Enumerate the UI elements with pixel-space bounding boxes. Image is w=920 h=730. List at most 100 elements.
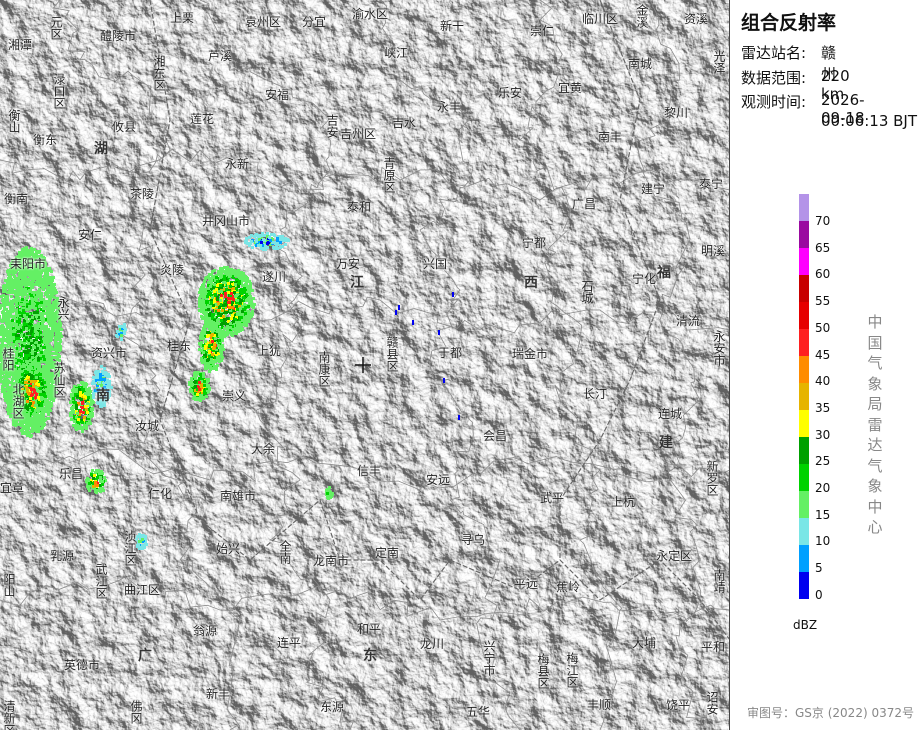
legend-tick: 40 [815,374,831,389]
place-label: 南康区 [317,351,331,387]
legend-swatch [799,383,809,410]
place-label: 攸县 [112,120,137,134]
place-label: 永新 [225,157,250,171]
place-label: 浈江区 [123,530,137,566]
legend-tick: 35 [815,400,831,415]
place-label: 袁州区 [245,15,282,29]
place-label: 泰和 [347,200,372,214]
legend-swatch [799,356,809,383]
place-label: 会昌 [483,429,508,443]
place-label: 和平 [357,622,382,636]
province-label: 湖 [94,141,108,157]
place-label: 龙南市 [313,554,350,568]
place-label: 东源 [320,700,345,714]
place-label: 曲江区 [124,583,161,597]
terrain-basemap [0,0,729,730]
place-label: 平远 [514,577,539,591]
legend-swatch [799,437,809,464]
place-label: 北湖区 [11,383,25,419]
province-label: 福 [657,265,671,281]
place-label: 元区 [49,16,63,40]
legend-swatch [799,464,809,491]
province-label: 南 [96,388,110,404]
legend-unit: dBZ [793,618,818,632]
place-label: 赣县区 [385,336,399,372]
place-label: 渝水区 [352,7,389,21]
province-label: 建 [659,435,673,451]
range-label: 数据范围: [741,69,807,87]
place-label: 芦溪 [208,49,233,63]
place-label: 新丰 [206,687,231,701]
place-label: 蕉岭 [556,580,581,594]
place-label: 安远 [426,473,451,487]
place-label: 平和 [701,640,726,654]
place-label: 南丰 [598,130,623,144]
place-label: 吉安 [325,114,339,138]
place-label: 南靖 [712,569,726,593]
place-label: 乳源 [50,549,75,563]
place-label: 新干 [440,19,465,33]
legend-swatch [799,302,809,329]
place-label: 明溪 [701,244,726,258]
place-label: 泰宁 [699,177,724,191]
place-label: 饶平 [666,698,691,712]
place-label: 永丰 [437,100,462,114]
place-label: 五华 [466,705,491,719]
radar-map[interactable]: 湖南 江 西 福建广 东 醴陵市 上栗 袁州区 分宜 渝水区 新干 崇仁 临川区 资溪 湘潭 芦溪 峡江 南城 安福… [0,0,730,730]
place-label: 宜黄 [558,81,583,95]
range-row: 数据范围: 220 km [741,67,850,103]
place-label: 安仁 [78,228,103,242]
place-label: 永定区 [656,549,693,563]
place-label: 清新区 [2,700,16,730]
place-label: 渌口区 [52,73,66,109]
place-label: 苏仙区 [52,362,66,398]
province-label: 东 [363,648,377,664]
place-label: 崇仁 [530,24,555,38]
place-label: 上杭 [611,495,636,509]
legend-swatch [799,545,809,572]
place-label: 万安 [336,257,361,271]
place-label: 湘东区 [152,55,166,91]
legend-tick: 55 [815,294,831,309]
place-label: 衡东 [33,133,58,147]
legend-tick: 15 [815,507,831,522]
legend-swatch [799,248,809,275]
legend-tick: 0 [815,587,823,602]
place-label: 黎川 [664,106,689,120]
place-label: 耒阳市 [10,257,47,271]
place-label: 乐昌 [59,467,84,481]
legend-tick: 25 [815,454,831,469]
legend-swatch [799,491,809,518]
place-label: 连平 [277,636,302,650]
place-label: 安福 [265,88,290,102]
province-label: 西 [524,275,538,291]
place-label: 丰顺 [587,698,612,712]
place-label: 大埔 [632,636,657,650]
place-label: 湘潭 [8,38,33,52]
place-label: 始兴 [216,542,241,556]
place-label: 武平 [540,491,565,505]
place-label: 宁都 [522,236,547,250]
place-label: 仁化 [148,487,173,501]
place-label: 南城 [628,57,653,71]
legend-tick: 50 [815,320,831,335]
legend-tick: 20 [815,481,831,495]
place-label: 井冈山市 [202,214,251,228]
place-label: 衡南 [4,192,29,206]
place-label: 吉州区 [340,127,377,141]
place-label: 青原区 [382,157,396,193]
info-panel: 组合反射率 雷达站名: 赣州 数据范围: 220 km 观测时间: 2026-0… [731,0,920,730]
place-label: 炎陵 [160,263,185,277]
time-row: 观测时间: 2026-09-18 [741,91,865,127]
place-label: 桂阳 [1,347,15,371]
place-label: 清流 [676,314,701,328]
place-label: 新罗区 [705,460,719,496]
place-label: 莲花 [190,112,215,126]
place-label: 大余 [251,442,276,456]
place-label: 翁源 [193,624,218,638]
place-label: 梅县区 [536,653,550,689]
place-label: 宁化 [632,272,657,286]
place-label: 醴陵市 [100,29,137,43]
place-label: 阳山 [2,573,16,597]
time-label: 观测时间: [741,93,807,111]
